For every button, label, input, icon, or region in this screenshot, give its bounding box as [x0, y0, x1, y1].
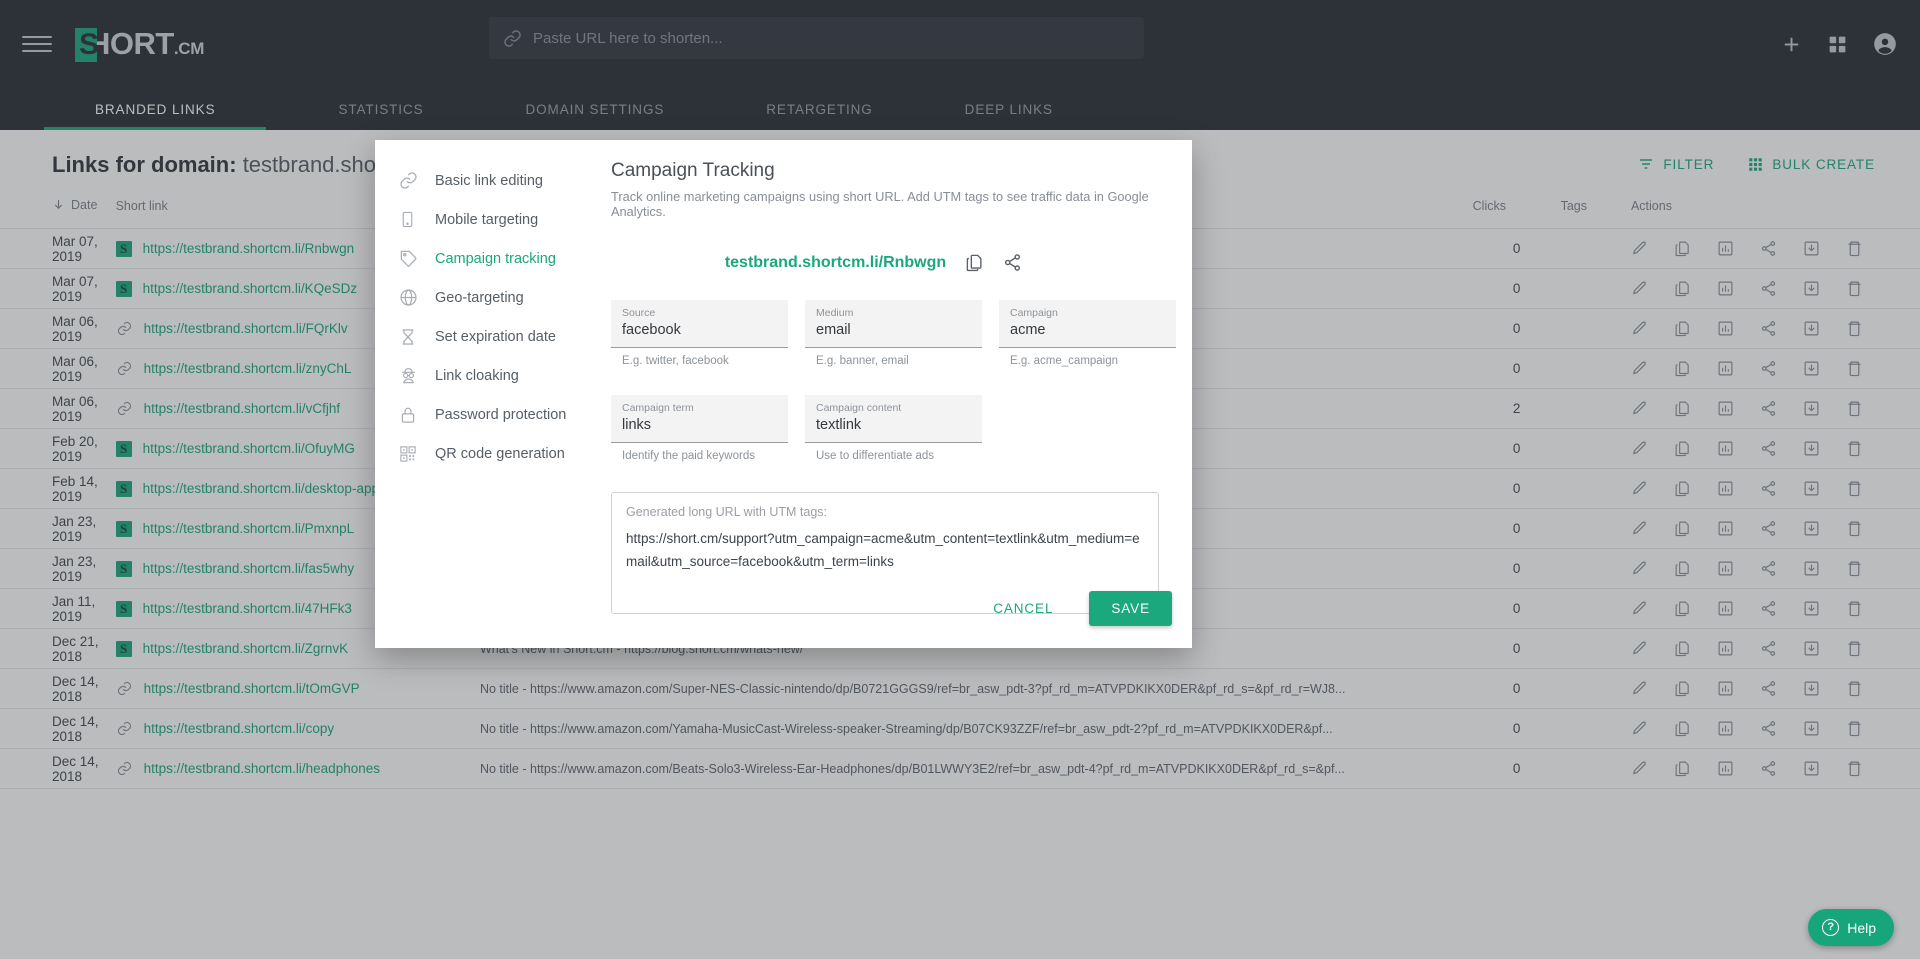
utm-input-medium[interactable]: Medium email — [805, 300, 982, 348]
utm-field-medium: Medium email E.g. banner, email — [805, 300, 982, 367]
modal-sidebar-item-label: Link cloaking — [435, 367, 519, 384]
spy-incognito-icon — [399, 366, 435, 385]
share-icon[interactable] — [1003, 253, 1022, 272]
help-label: Help — [1847, 919, 1876, 936]
utm-field-help: E.g. banner, email — [816, 355, 909, 367]
utm-fields-row-2: Campaign term links Identify the paid keyw… — [611, 395, 1176, 462]
utm-field-help: Identify the paid keywords — [622, 450, 755, 462]
modal-sidebar-item-campaign-tracking[interactable]: Campaign tracking — [375, 239, 611, 278]
hourglass-icon — [399, 328, 435, 346]
utm-field-label: Medium — [816, 307, 854, 319]
modal-title: Campaign Tracking — [611, 160, 775, 181]
globe-icon — [399, 288, 435, 307]
utm-input-campaign[interactable]: Campaign acme — [999, 300, 1176, 348]
utm-field-label: Campaign content — [816, 402, 902, 414]
utm-input-campaign-content[interactable]: Campaign content textlink — [805, 395, 982, 443]
question-mark-icon: ? — [1822, 919, 1840, 936]
utm-field-campaign-term: Campaign term links Identify the paid keyw… — [611, 395, 788, 462]
modal-sidebar-item-label: Basic link editing — [435, 172, 543, 189]
chain-link-icon — [399, 171, 435, 190]
modal-sidebar-item-label: Geo-targeting — [435, 289, 524, 306]
utm-field-value: links — [622, 417, 652, 433]
modal-sidebar: Basic link editing Mobile targeting Campai… — [375, 140, 611, 648]
link-settings-modal: Basic link editing Mobile targeting Campai… — [375, 140, 1192, 648]
save-button[interactable]: SAVE — [1089, 591, 1172, 626]
generated-url-label: Generated long URL with UTM tags: — [626, 505, 828, 519]
short-url-text[interactable]: testbrand.shortcm.li/Rnbwgn — [725, 254, 946, 272]
modal-sidebar-item-label: QR code generation — [435, 445, 565, 462]
utm-field-label: Campaign — [1010, 307, 1058, 319]
utm-field-help: E.g. twitter, facebook — [622, 355, 729, 367]
short-url-row: testbrand.shortcm.li/Rnbwgn — [611, 253, 1176, 272]
tag-icon — [399, 249, 435, 268]
utm-field-campaign-content: Campaign content textlink Use to different… — [805, 395, 982, 462]
modal-sidebar-item-label: Campaign tracking — [435, 250, 556, 267]
utm-field-label: Campaign term — [622, 402, 694, 414]
modal-sidebar-item-link-cloaking[interactable]: Link cloaking — [375, 356, 611, 395]
copy-icon[interactable] — [965, 253, 984, 272]
utm-field-value: textlink — [816, 417, 862, 433]
utm-field-campaign: Campaign acme E.g. acme_campaign — [999, 300, 1176, 367]
utm-field-label: Source — [622, 307, 656, 319]
qr-code-icon — [399, 445, 435, 463]
modal-sidebar-item-label: Password protection — [435, 406, 567, 423]
help-widget-button[interactable]: ? Help — [1808, 909, 1894, 946]
modal-sidebar-item-set-expiration-date[interactable]: Set expiration date — [375, 317, 611, 356]
modal-sidebar-item-basic-link-editing[interactable]: Basic link editing — [375, 161, 611, 200]
modal-button-row: CANCEL SAVE — [979, 591, 1172, 626]
utm-field-help: E.g. acme_campaign — [1010, 355, 1119, 367]
utm-input-campaign-term[interactable]: Campaign term links — [611, 395, 788, 443]
utm-field-value: facebook — [622, 322, 681, 338]
utm-field-value: email — [816, 322, 851, 338]
modal-main-panel: Campaign Tracking Track online marketing… — [611, 140, 1208, 648]
utm-field-source: Source facebook E.g. twitter, facebook — [611, 300, 788, 367]
cancel-button[interactable]: CANCEL — [979, 592, 1067, 625]
utm-field-help: Use to differentiate ads — [816, 450, 935, 462]
mobile-phone-icon — [399, 211, 435, 228]
modal-sidebar-item-qr-code-generation[interactable]: QR code generation — [375, 434, 611, 473]
modal-sidebar-item-mobile-targeting[interactable]: Mobile targeting — [375, 200, 611, 239]
modal-sidebar-item-geo-targeting[interactable]: Geo-targeting — [375, 278, 611, 317]
utm-fields-row-1: Source facebook E.g. twitter, facebook Medi… — [611, 300, 1176, 367]
generated-url-value: https://short.cm/support?utm_campaign=ac… — [626, 531, 1140, 569]
modal-subtitle: Track online marketing campaigns using s… — [611, 189, 1149, 219]
utm-field-value: acme — [1010, 322, 1046, 338]
utm-input-source[interactable]: Source facebook — [611, 300, 788, 348]
modal-sidebar-item-password-protection[interactable]: Password protection — [375, 395, 611, 434]
modal-sidebar-item-label: Set expiration date — [435, 328, 556, 345]
lock-icon — [399, 406, 435, 424]
modal-sidebar-item-label: Mobile targeting — [435, 211, 539, 228]
